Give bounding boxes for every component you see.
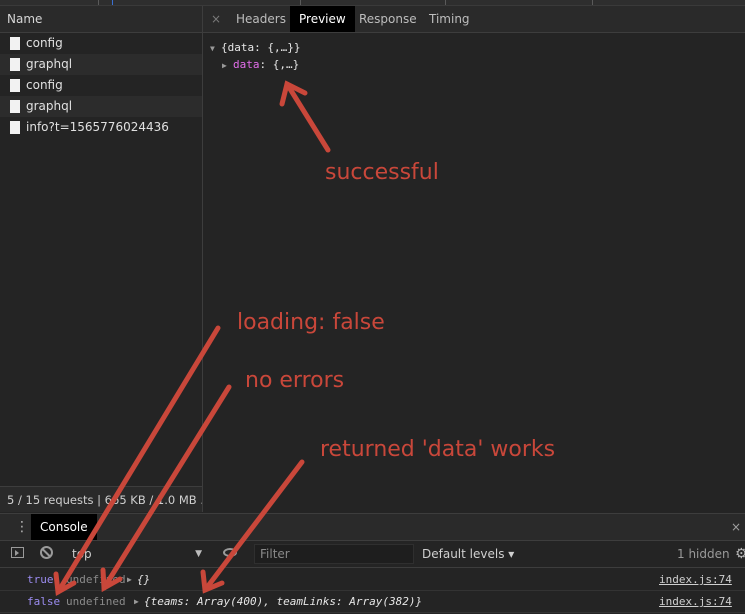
close-icon[interactable]: × [211,6,221,32]
document-icon [10,121,20,134]
source-link[interactable]: index.js:74 [659,569,732,591]
request-name: graphql [26,57,73,71]
log-levels-dropdown[interactable]: Default levels ▾ [422,541,514,567]
request-name: config [26,36,63,50]
show-sidebar-icon[interactable] [11,547,24,558]
tab-response[interactable]: Response [350,6,426,32]
tab-console[interactable]: Console [31,514,97,540]
message-undefined: undefined [66,573,126,586]
context-selector[interactable]: top ▼ [62,541,202,567]
strip-divider [300,0,301,5]
request-name: info?t=1565776024436 [26,120,169,134]
console-drawer: ⋮ Console × top ▼ Default levels ▾ 1 hid… [0,513,745,614]
preview-root: {data: {,…}} [221,41,301,54]
request-row-selected[interactable]: graphql [0,96,202,117]
strip-divider [592,0,593,5]
close-drawer-icon[interactable]: × [731,514,741,540]
message-boolean: false [27,595,61,608]
detail-tabs: × Headers Preview Response Timing [203,6,745,33]
annotation-returned-data: returned 'data' works [320,437,556,462]
expand-triangle-icon[interactable]: ▶ [127,569,132,591]
message-object[interactable]: {} [137,569,150,591]
name-column-header[interactable]: Name [0,6,202,33]
message-undefined: undefined [66,595,126,608]
tab-headers[interactable]: Headers [227,6,295,32]
document-icon [10,58,20,71]
request-name: config [26,78,63,92]
clear-console-icon[interactable] [40,546,53,559]
console-message: false undefined ▶ {teams: Array(400), te… [0,591,745,613]
gear-icon[interactable]: ⚙ [735,541,745,567]
document-icon [10,79,20,92]
chevron-down-icon: ▼ [195,549,202,559]
tab-timing[interactable]: Timing [420,6,479,32]
more-options-icon[interactable]: ⋮ [15,518,29,536]
strip-divider [445,0,446,5]
context-label: top [72,547,92,561]
request-row[interactable]: config [0,33,202,54]
annotation-loading-false: loading: false [237,310,385,335]
tab-preview[interactable]: Preview [290,6,355,32]
hidden-messages-count: 1 hidden [677,547,730,561]
annotation-successful: successful [325,160,439,185]
request-list-panel: Name config graphql config graphql info?… [0,6,203,512]
request-row[interactable]: graphql [0,54,202,75]
message-object[interactable]: {teams: Array(400), teamLinks: Array(382… [144,591,422,613]
document-icon [10,37,20,50]
requests-summary: 5 / 15 requests | 665 KB / 1.0 MB ... [0,486,202,512]
request-name: graphql [26,99,73,113]
preview-key: data [233,58,260,71]
preview-value: : {,…} [259,58,300,71]
console-toolbar: top ▼ Default levels ▾ 1 hidden ⚙ [0,541,745,568]
document-icon [10,100,20,113]
console-filter-input[interactable] [254,544,414,564]
preview-child-row[interactable]: ▶ data: {,…} [210,56,300,73]
console-message: true undefined ▶ {} index.js:74 [0,569,745,591]
expand-triangle-icon[interactable]: ▶ [134,591,139,613]
request-row[interactable]: info?t=1565776024436 [0,117,202,138]
request-row[interactable]: config [0,75,202,96]
collapsed-triangle-icon[interactable]: ▶ [222,57,233,74]
annotation-no-errors: no errors [245,368,345,393]
json-preview: ▼ {data: {,…}} ▶ data: {,…} [210,39,300,73]
strip-marker [112,0,113,5]
strip-divider [98,0,99,5]
drawer-tabs: ⋮ Console × [0,514,745,541]
expanded-triangle-icon[interactable]: ▼ [210,40,221,57]
source-link[interactable]: index.js:74 [659,591,732,613]
preview-root-row[interactable]: ▼ {data: {,…}} [210,39,300,56]
live-expression-eye-icon[interactable] [223,548,237,557]
message-boolean: true [27,573,54,586]
